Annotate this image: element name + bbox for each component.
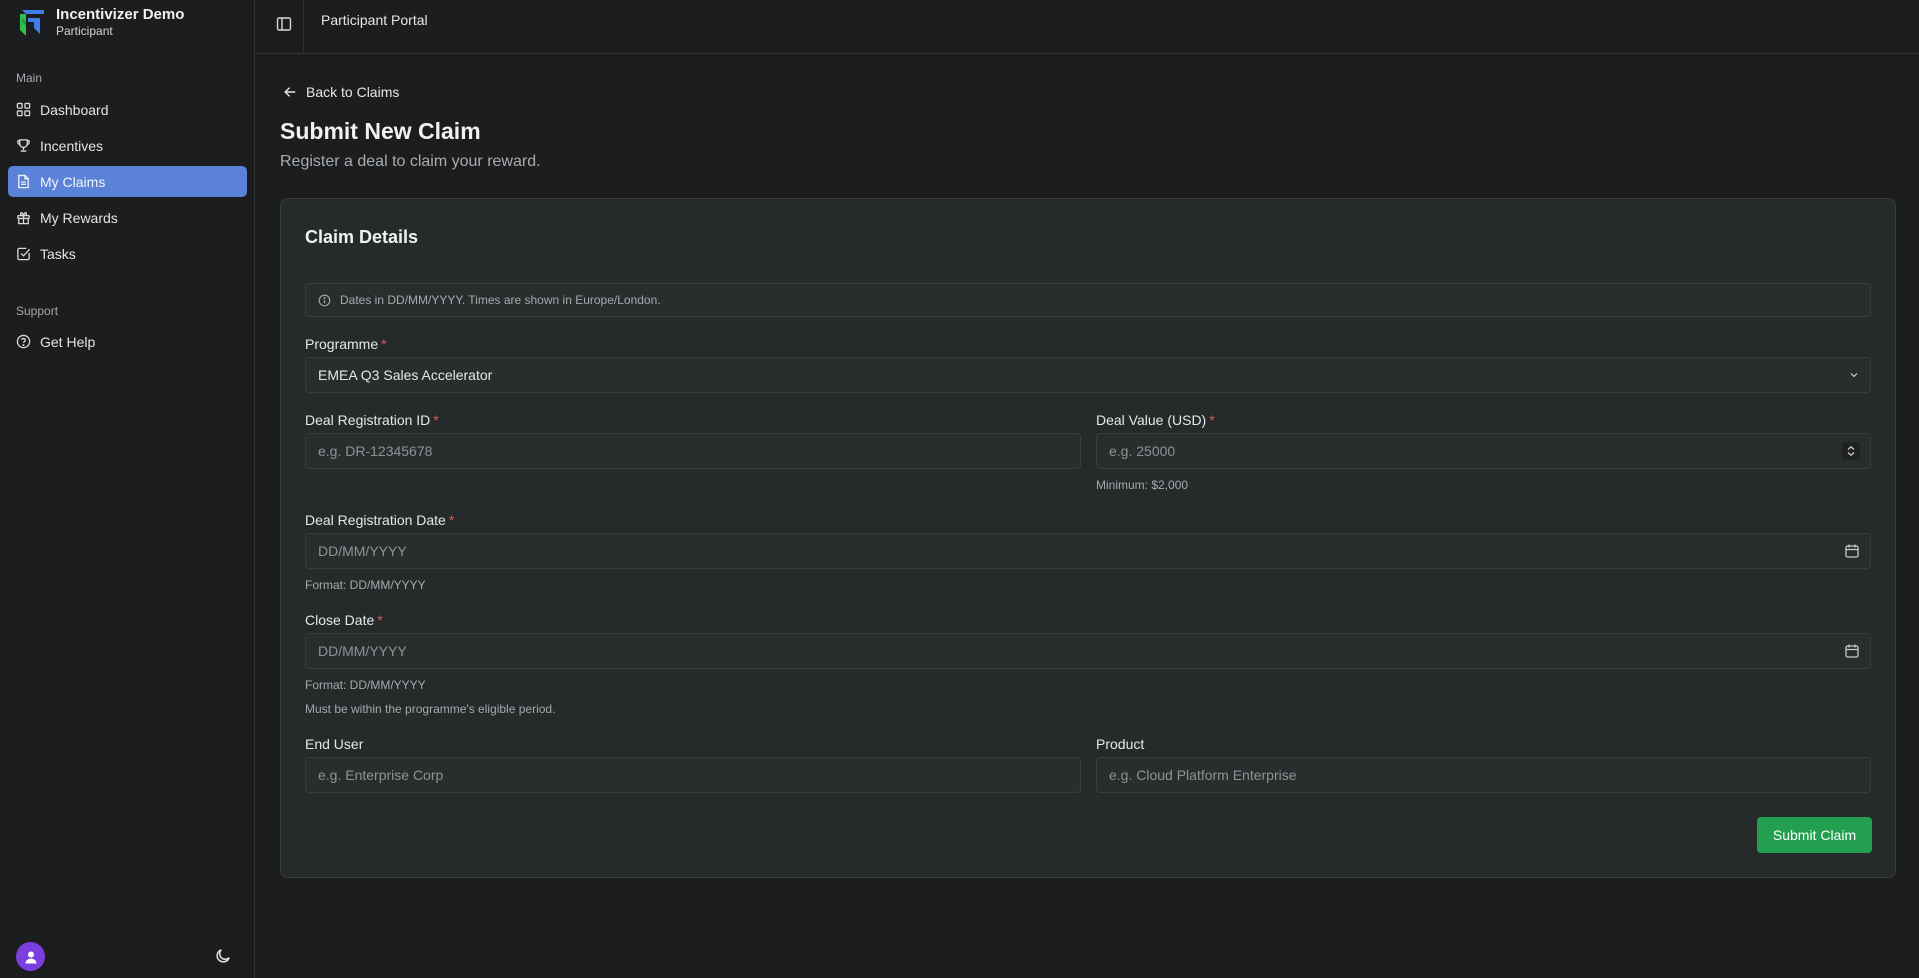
section-label-support: Support xyxy=(16,304,59,318)
reg-date-label: Deal Registration Date * xyxy=(305,512,454,528)
checkbox-icon xyxy=(17,247,31,261)
sidebar-item-label: Dashboard xyxy=(40,101,109,118)
required-mark: * xyxy=(1209,412,1215,428)
programme-selected-value: EMEA Q3 Sales Accelerator xyxy=(318,367,493,383)
brand-title: Incentivizer Demo xyxy=(56,6,185,23)
moon-icon[interactable] xyxy=(214,947,232,965)
required-mark: * xyxy=(381,336,387,352)
dashboard-icon xyxy=(16,102,31,117)
header-divider xyxy=(303,0,304,54)
end-user-input[interactable]: e.g. Enterprise Corp xyxy=(305,757,1081,793)
header-title: Participant Portal xyxy=(321,12,428,28)
sidebar-panel-icon xyxy=(276,17,292,31)
sidebar-item-get-help[interactable]: Get Help xyxy=(8,326,247,357)
required-mark: * xyxy=(448,512,455,528)
close-date-input[interactable]: DD/MM/YYYY xyxy=(305,633,1871,669)
sidebar-item-label: Incentives xyxy=(40,137,104,154)
required-mark: * xyxy=(433,412,439,428)
help-circle-icon xyxy=(16,334,31,349)
info-notice: Dates in DD/MM/YYYY. Times are shown in … xyxy=(305,283,1871,317)
sidebar-toggle-button[interactable] xyxy=(272,12,296,36)
arrow-left-icon xyxy=(284,87,296,97)
required-mark: * xyxy=(377,612,383,628)
deal-value-placeholder: e.g. 25000 xyxy=(1109,443,1176,459)
deal-id-label-text: Deal Registration ID xyxy=(305,412,431,428)
sidebar-item-label: My Claims xyxy=(40,173,106,190)
product-placeholder: e.g. Cloud Platform Enterprise xyxy=(1109,767,1297,783)
brand[interactable]: Incentivizer Demo Participant xyxy=(16,6,184,40)
sidebar-item-dashboard[interactable]: Dashboard xyxy=(8,94,247,125)
logo-icon xyxy=(20,10,44,36)
product-label: Product xyxy=(1096,736,1145,752)
number-stepper[interactable] xyxy=(1842,442,1860,460)
deal-id-placeholder: e.g. DR-12345678 xyxy=(318,443,433,459)
trophy-icon xyxy=(17,139,30,152)
programme-select[interactable]: EMEA Q3 Sales Accelerator xyxy=(305,357,1871,393)
section-label-main: Main xyxy=(16,71,43,85)
calendar-icon[interactable] xyxy=(1844,543,1860,559)
close-date-label: Close Date * xyxy=(305,612,383,628)
sidebar-item-my-rewards[interactable]: My Rewards xyxy=(8,202,247,233)
avatar[interactable] xyxy=(16,942,45,971)
deal-value-input[interactable]: e.g. 25000 xyxy=(1096,433,1871,469)
back-link-label: Back to Claims xyxy=(306,84,400,100)
sidebar-item-incentives[interactable]: Incentives xyxy=(8,130,247,161)
back-to-claims-link[interactable]: Back to Claims xyxy=(283,84,399,100)
document-icon xyxy=(18,174,29,189)
close-date-eligibility-help: Must be within the programme's eligible … xyxy=(305,702,556,716)
programme-label: Programme * xyxy=(305,336,387,352)
close-date-help: Format: DD/MM/YYYY xyxy=(305,678,426,692)
deal-id-label: Deal Registration ID * xyxy=(305,412,439,428)
close-date-label-text: Close Date xyxy=(305,612,375,628)
brand-subtitle: Participant xyxy=(56,24,113,38)
reg-date-placeholder: DD/MM/YYYY xyxy=(318,543,407,559)
claim-details-card: Claim Details Dates in DD/MM/YYYY. Times… xyxy=(280,198,1896,878)
end-user-label: End User xyxy=(305,736,364,752)
reg-date-label-text: Deal Registration Date xyxy=(305,512,446,528)
gift-icon xyxy=(17,212,30,225)
deal-value-label-text: Deal Value (USD) xyxy=(1096,412,1207,428)
card-title: Claim Details xyxy=(305,227,419,247)
chevron-down-icon xyxy=(1850,373,1858,378)
deal-id-input[interactable]: e.g. DR-12345678 xyxy=(305,433,1081,469)
deal-value-label: Deal Value (USD) * xyxy=(1096,412,1215,428)
sidebar-item-tasks[interactable]: Tasks xyxy=(8,238,247,269)
programme-label-text: Programme xyxy=(305,336,379,352)
sidebar-item-my-claims[interactable]: My Claims xyxy=(8,166,247,197)
user-icon xyxy=(25,951,36,963)
end-user-placeholder: e.g. Enterprise Corp xyxy=(318,767,444,783)
sidebar: Incentivizer Demo Participant Main Dashb… xyxy=(0,0,255,978)
info-icon xyxy=(318,294,331,306)
sidebar-item-label: My Rewards xyxy=(40,209,118,226)
top-header: Participant Portal xyxy=(256,0,1919,54)
reg-date-input[interactable]: DD/MM/YYYY xyxy=(305,533,1871,569)
chevron-up-down-icon xyxy=(1847,445,1855,457)
close-date-placeholder: DD/MM/YYYY xyxy=(318,643,407,659)
product-input[interactable]: e.g. Cloud Platform Enterprise xyxy=(1096,757,1871,793)
sidebar-item-label: Tasks xyxy=(40,245,76,262)
calendar-icon[interactable] xyxy=(1844,643,1860,659)
page-subtitle: Register a deal to claim your reward. xyxy=(280,153,541,170)
page-title: Submit New Claim xyxy=(280,118,481,144)
deal-value-help: Minimum: $2,000 xyxy=(1096,478,1189,492)
sidebar-item-label: Get Help xyxy=(40,333,96,350)
info-text: Dates in DD/MM/YYYY. Times are shown in … xyxy=(340,293,661,307)
submit-claim-button[interactable]: Submit Claim xyxy=(1757,817,1872,853)
reg-date-help: Format: DD/MM/YYYY xyxy=(305,578,426,592)
